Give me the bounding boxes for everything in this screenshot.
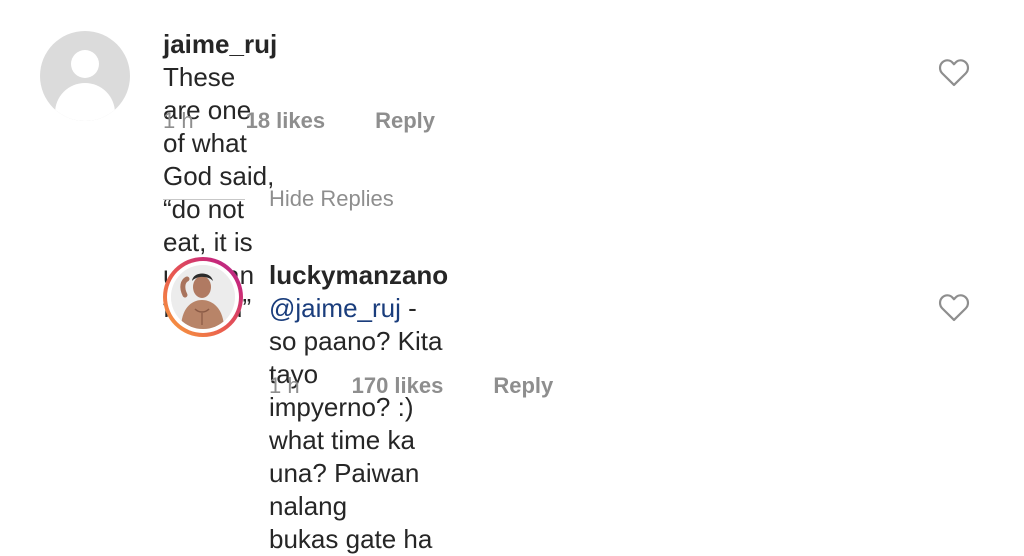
reply-meta: 1 h 170 likes Reply — [269, 373, 553, 399]
heart-icon[interactable] — [937, 57, 971, 87]
comment-time: 1 h — [163, 108, 194, 133]
avatar-shoulders-shape — [55, 83, 115, 121]
reply-text: luckymanzano @jaime_ruj - so paano? Kita… — [269, 259, 448, 556]
comment-meta: 1 h 18 likes Reply — [163, 108, 435, 134]
reply-body-line3: bukas gate ha — [269, 524, 433, 554]
reply-likes[interactable]: 170 likes — [352, 373, 444, 399]
avatar-portrait-icon — [171, 265, 235, 329]
heart-icon[interactable] — [937, 292, 971, 322]
reply-button[interactable]: Reply — [375, 108, 435, 134]
reply-mention[interactable]: @jaime_ruj — [269, 293, 401, 323]
reply-reply-button[interactable]: Reply — [493, 373, 553, 399]
story-ring[interactable] — [163, 257, 243, 337]
avatar-head-shape — [71, 50, 99, 78]
hide-replies-toggle[interactable]: Hide Replies — [163, 186, 394, 212]
comment-body-line1: These are one of what God said, “do not … — [163, 62, 275, 257]
comment-likes[interactable]: 18 likes — [246, 108, 326, 134]
reply-username[interactable]: luckymanzano — [269, 260, 448, 290]
profile-photo-avatar — [171, 265, 235, 329]
default-avatar-icon[interactable] — [40, 31, 130, 121]
reply-time: 1 h — [269, 373, 300, 398]
reply-body-line2: impyerno? :) what time ka una? Paiwan na… — [269, 392, 420, 521]
avatar-ring-gap — [167, 261, 239, 333]
comment-username[interactable]: jaime_ruj — [163, 29, 277, 59]
hide-replies-label: Hide Replies — [269, 186, 394, 211]
hide-replies-divider — [163, 198, 245, 200]
